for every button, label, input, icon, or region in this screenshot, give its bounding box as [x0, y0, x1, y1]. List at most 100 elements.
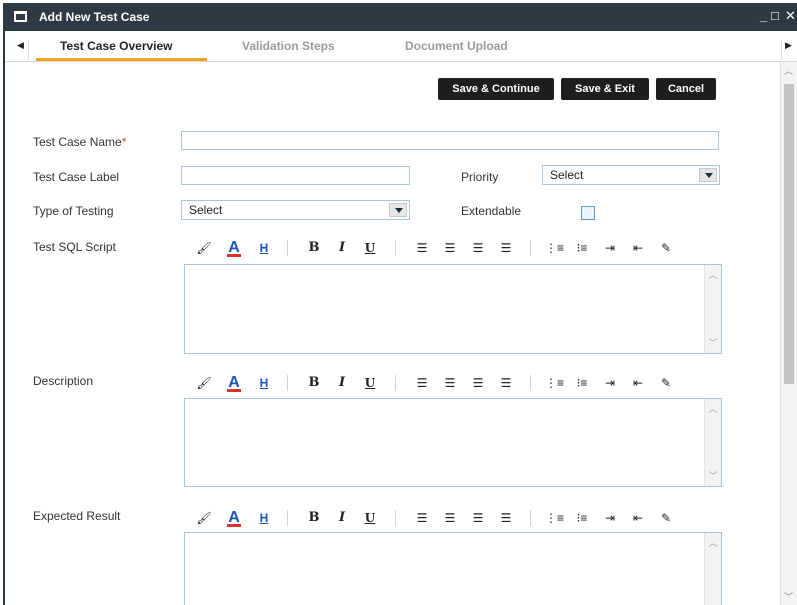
align-center-icon[interactable]: ☰ [441, 238, 459, 258]
scroll-down-icon[interactable]: ﹀ [705, 336, 721, 350]
chevron-down-icon[interactable] [389, 203, 407, 217]
justify-icon[interactable]: ☰ [497, 508, 515, 528]
numbered-list-icon[interactable]: ⋮≡ [545, 508, 564, 528]
type-of-testing-selected-value: Select [189, 203, 223, 217]
toolbar-divider [395, 375, 396, 391]
outdent-icon[interactable]: ⇤ [629, 373, 647, 393]
title-bar[interactable]: Add New Test Case _ □ ✕ [5, 3, 797, 31]
italic-icon[interactable]: I [333, 238, 351, 258]
align-right-icon[interactable]: ☰ [469, 238, 487, 258]
test-case-label-input[interactable] [181, 166, 410, 185]
expected-result-label: Expected Result [33, 509, 121, 523]
maximize-button[interactable]: □ [771, 8, 779, 24]
indent-icon[interactable]: ⇥ [601, 238, 619, 258]
cancel-button[interactable]: Cancel [656, 78, 716, 100]
bold-icon[interactable]: B [305, 238, 323, 258]
underline-icon[interactable]: U [361, 238, 379, 258]
test-sql-script-editor[interactable]: ︿ ﹀ [184, 264, 722, 354]
bulleted-list-icon[interactable]: ⁝≡ [573, 508, 591, 528]
priority-selected-value: Select [550, 168, 584, 182]
clear-format-icon[interactable]: ✎ [657, 238, 675, 258]
underline-icon[interactable]: U [361, 508, 379, 528]
scroll-up-icon[interactable]: ︿ [784, 64, 793, 77]
required-marker: * [121, 135, 127, 149]
toolbar-divider [287, 375, 288, 391]
highlight-icon[interactable]: H [255, 238, 273, 258]
bulleted-list-icon[interactable]: ⁝≡ [573, 373, 591, 393]
paint-bucket-icon[interactable]: 🖌 [195, 508, 213, 528]
scroll-up-icon[interactable]: ︿ [705, 268, 721, 282]
clear-format-icon[interactable]: ✎ [657, 508, 675, 528]
indent-icon[interactable]: ⇥ [601, 373, 619, 393]
minimize-button[interactable]: _ [760, 8, 767, 24]
clear-format-icon[interactable]: ✎ [657, 373, 675, 393]
toolbar-divider [530, 240, 531, 256]
align-center-icon[interactable]: ☰ [441, 373, 459, 393]
scrollbar-thumb[interactable] [784, 84, 794, 384]
expected-result-editor[interactable]: ︿ [184, 532, 722, 605]
font-color-icon[interactable]: A [225, 373, 243, 393]
align-right-icon[interactable]: ☰ [469, 508, 487, 528]
tab-document-upload[interactable]: Document Upload [405, 39, 508, 53]
toolbar-divider [395, 240, 396, 256]
italic-icon[interactable]: I [333, 373, 351, 393]
toolbar-divider [287, 240, 288, 256]
underline-icon[interactable]: U [361, 373, 379, 393]
bold-icon[interactable]: B [305, 373, 323, 393]
toolbar-divider [530, 510, 531, 526]
toolbar-divider [530, 375, 531, 391]
justify-icon[interactable]: ☰ [497, 238, 515, 258]
save-exit-button[interactable]: Save & Exit [561, 78, 649, 100]
align-center-icon[interactable]: ☰ [441, 508, 459, 528]
scroll-down-icon[interactable]: ﹀ [784, 590, 793, 603]
editor-scrollbar[interactable]: ︿ [704, 533, 721, 605]
tab-bar: ◀ Test Case Overview Validation Steps Do… [5, 31, 797, 62]
test-sql-script-label: Test SQL Script [33, 240, 116, 254]
bold-icon[interactable]: B [305, 508, 323, 528]
type-of-testing-select[interactable]: Select [181, 200, 410, 220]
tab-scroll-right-icon[interactable]: ▶ [781, 40, 793, 60]
dialog-scrollbar[interactable]: ︿ ﹀ [780, 62, 797, 605]
tab-validation-steps[interactable]: Validation Steps [242, 39, 335, 53]
toolbar-divider [287, 510, 288, 526]
editor-scrollbar[interactable]: ︿ ﹀ [704, 399, 721, 486]
editor-scrollbar[interactable]: ︿ ﹀ [704, 265, 721, 353]
priority-select[interactable]: Select [542, 165, 720, 185]
description-editor[interactable]: ︿ ﹀ [184, 398, 722, 487]
priority-label: Priority [461, 170, 499, 184]
test-case-name-input[interactable] [181, 131, 719, 150]
indent-icon[interactable]: ⇥ [601, 508, 619, 528]
justify-icon[interactable]: ☰ [497, 373, 515, 393]
tab-scroll-left-icon[interactable]: ◀ [17, 40, 29, 60]
font-color-icon[interactable]: A [225, 238, 243, 258]
align-left-icon[interactable]: ☰ [413, 238, 431, 258]
type-of-testing-label: Type of Testing [33, 204, 114, 218]
close-button[interactable]: ✕ [785, 8, 796, 24]
align-left-icon[interactable]: ☰ [413, 508, 431, 528]
highlight-icon[interactable]: H [255, 508, 273, 528]
italic-icon[interactable]: I [333, 508, 351, 528]
description-label: Description [33, 374, 94, 388]
test-case-name-label: Test Case Name* [33, 135, 127, 149]
add-test-case-dialog: Add New Test Case _ □ ✕ ◀ Test Case Over… [3, 3, 797, 605]
highlight-icon[interactable]: H [255, 373, 273, 393]
numbered-list-icon[interactable]: ⋮≡ [545, 238, 564, 258]
window-icon [14, 11, 27, 22]
align-left-icon[interactable]: ☰ [413, 373, 431, 393]
scroll-down-icon[interactable]: ﹀ [705, 469, 721, 483]
chevron-down-icon[interactable] [699, 168, 717, 182]
toolbar-divider [395, 510, 396, 526]
bulleted-list-icon[interactable]: ⁝≡ [573, 238, 591, 258]
outdent-icon[interactable]: ⇤ [629, 238, 647, 258]
scroll-up-icon[interactable]: ︿ [705, 402, 721, 416]
paint-bucket-icon[interactable]: 🖌 [195, 373, 213, 393]
paint-bucket-icon[interactable]: 🖌 [195, 238, 213, 258]
extendable-checkbox[interactable] [581, 206, 595, 220]
align-right-icon[interactable]: ☰ [469, 373, 487, 393]
save-continue-button[interactable]: Save & Continue [438, 78, 554, 100]
scroll-up-icon[interactable]: ︿ [705, 536, 721, 550]
numbered-list-icon[interactable]: ⋮≡ [545, 373, 564, 393]
font-color-icon[interactable]: A [225, 508, 243, 528]
tab-test-case-overview[interactable]: Test Case Overview [60, 39, 173, 53]
outdent-icon[interactable]: ⇤ [629, 508, 647, 528]
